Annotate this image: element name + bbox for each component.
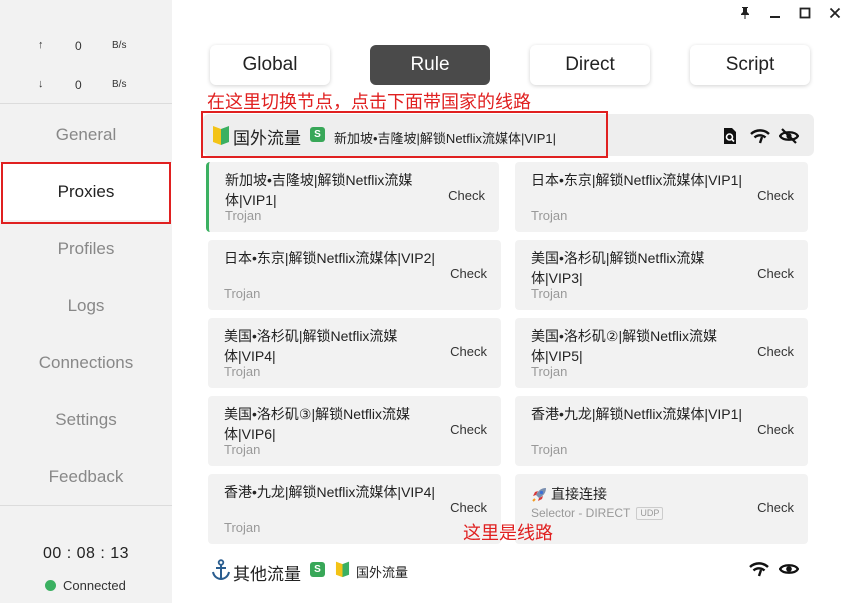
- traffic-speed: ↑ 0 B/s ↓ 0 B/s: [0, 26, 172, 104]
- sidebar: ↑ 0 B/s ↓ 0 B/s General Proxies Profiles…: [0, 0, 172, 603]
- proxy-name: 香港•九龙|解锁Netflix流媒体|VIP4|: [224, 484, 436, 500]
- direct-proxy-name: 直接连接: [551, 486, 607, 502]
- proxy-group-selected: 新加坡•吉隆坡|解锁Netflix流媒体|VIP1|: [334, 131, 556, 146]
- proxy-type: Trojan: [224, 286, 261, 301]
- mode-tab-global[interactable]: Global: [210, 45, 330, 85]
- sidebar-item-profiles[interactable]: Profiles: [0, 220, 172, 277]
- proxy-type: Trojan: [531, 364, 568, 379]
- proxy-card[interactable]: 美国•洛杉矶|解锁Netflix流媒体|VIP4| Trojan Check: [208, 318, 501, 388]
- check-button[interactable]: Check: [450, 266, 487, 281]
- check-button[interactable]: Check: [757, 188, 794, 203]
- window-controls: [730, 0, 850, 26]
- proxy-card[interactable]: 香港•九龙|解锁Netflix流媒体|VIP4| Trojan Check: [208, 474, 501, 544]
- proxy-type: Trojan: [531, 442, 568, 457]
- rocket-icon: [531, 486, 548, 503]
- proxy-type: Trojan: [531, 208, 568, 223]
- mode-tab-script[interactable]: Script: [690, 45, 810, 85]
- eye-icon[interactable]: [778, 558, 800, 580]
- proxy-card[interactable]: 美国•洛杉矶|解锁Netflix流媒体|VIP3| Trojan Check: [515, 240, 808, 310]
- check-button[interactable]: Check: [757, 422, 794, 437]
- proxy-group-name: 其他流量: [233, 565, 301, 584]
- download-value: 0: [75, 78, 82, 92]
- proxy-card[interactable]: 新加坡•吉隆坡|解锁Netflix流媒体|VIP1| Trojan Check: [206, 162, 499, 232]
- proxy-type: Trojan: [224, 520, 261, 535]
- proxy-card-direct[interactable]: 直接连接 Selector - DIRECT UDP Check: [515, 474, 808, 544]
- upload-value: 0: [75, 39, 82, 53]
- selector-badge: S: [310, 127, 325, 142]
- proxy-card[interactable]: 日本•东京|解锁Netflix流媒体|VIP1| Trojan Check: [515, 162, 808, 232]
- proxy-name: 香港•九龙|解锁Netflix流媒体|VIP1|: [531, 406, 743, 422]
- check-button[interactable]: Check: [450, 344, 487, 359]
- check-button[interactable]: Check: [450, 500, 487, 515]
- proxy-type: Trojan: [224, 364, 261, 379]
- upload-arrow-icon: ↑: [38, 39, 44, 51]
- check-button[interactable]: Check: [757, 500, 794, 515]
- sidebar-item-feedback[interactable]: Feedback: [0, 448, 172, 505]
- direct-proxy-title: 直接连接: [531, 484, 607, 504]
- download-unit: B/s: [112, 79, 127, 90]
- proxy-group-header[interactable]: 国外流量 S 新加坡•吉隆坡|解锁Netflix流媒体|VIP1|: [203, 114, 814, 156]
- download-speed: ↓ 0 B/s: [0, 75, 172, 95]
- sidebar-item-general[interactable]: General: [0, 106, 172, 163]
- proxy-card[interactable]: 美国•洛杉矶③|解锁Netflix流媒体|VIP6| Trojan Check: [208, 396, 501, 466]
- status-label: Connected: [63, 578, 126, 593]
- close-icon[interactable]: [820, 0, 850, 26]
- wifi-speed-icon[interactable]: [748, 558, 770, 580]
- check-button[interactable]: Check: [757, 344, 794, 359]
- uptime-timer: 00 : 08 : 13: [42, 545, 130, 562]
- proxy-name: 美国•洛杉矶|解锁Netflix流媒体|VIP3|: [531, 250, 705, 286]
- sidebar-item-settings[interactable]: Settings: [0, 391, 172, 448]
- direct-proxy-meta: Selector - DIRECT UDP: [531, 506, 664, 520]
- beginner-shield-icon: [212, 124, 230, 151]
- mode-tab-direct[interactable]: Direct: [530, 45, 650, 85]
- anchor-icon: [211, 559, 231, 586]
- upload-unit: B/s: [112, 40, 127, 51]
- connection-info: 00 : 08 : 13 Connected: [0, 505, 172, 603]
- proxy-name: 美国•洛杉矶|解锁Netflix流媒体|VIP4|: [224, 328, 398, 364]
- minimize-icon[interactable]: [760, 0, 790, 26]
- connection-status: Connected: [45, 578, 126, 593]
- proxy-group-header-other[interactable]: 其他流量 S 国外流量: [203, 552, 814, 588]
- maximize-icon[interactable]: [790, 0, 820, 26]
- wifi-speed-icon[interactable]: [749, 125, 771, 147]
- eye-off-icon[interactable]: [778, 125, 800, 147]
- annotation-top: 在这里切换节点，点击下面带国家的线路: [207, 92, 531, 113]
- beginner-shield-icon: [335, 560, 350, 583]
- proxy-name: 美国•洛杉矶③|解锁Netflix流媒体|VIP6|: [224, 406, 410, 442]
- proxy-name: 新加坡•吉隆坡|解锁Netflix流媒体|VIP1|: [225, 172, 413, 208]
- upload-speed: ↑ 0 B/s: [0, 36, 172, 56]
- proxy-name: 美国•洛杉矶②|解锁Netflix流媒体|VIP5|: [531, 328, 717, 364]
- udp-badge: UDP: [636, 506, 664, 520]
- download-arrow-icon: ↓: [38, 78, 44, 90]
- proxy-card[interactable]: 香港•九龙|解锁Netflix流媒体|VIP1| Trojan Check: [515, 396, 808, 466]
- mode-tab-rule[interactable]: Rule: [370, 45, 490, 85]
- proxy-type: Trojan: [225, 208, 262, 223]
- proxy-group-name: 国外流量: [233, 129, 301, 148]
- proxy-name: 日本•东京|解锁Netflix流媒体|VIP2|: [224, 250, 436, 266]
- proxy-type: Trojan: [224, 442, 261, 457]
- selector-badge: S: [310, 562, 325, 577]
- proxy-group-selected: 国外流量: [356, 565, 409, 580]
- sidebar-item-logs[interactable]: Logs: [0, 277, 172, 334]
- check-button[interactable]: Check: [757, 266, 794, 281]
- pin-icon[interactable]: [730, 0, 760, 26]
- sidebar-item-connections[interactable]: Connections: [0, 334, 172, 391]
- status-dot-icon: [45, 580, 56, 591]
- direct-proxy-type: Selector - DIRECT: [531, 506, 631, 520]
- proxy-card[interactable]: 美国•洛杉矶②|解锁Netflix流媒体|VIP5| Trojan Check: [515, 318, 808, 388]
- check-button[interactable]: Check: [450, 422, 487, 437]
- sidebar-nav: General Proxies Profiles Logs Connection…: [0, 106, 172, 505]
- annotation-bottom: 这里是线路: [463, 523, 553, 544]
- check-button[interactable]: Check: [448, 188, 485, 203]
- proxy-card[interactable]: 日本•东京|解锁Netflix流媒体|VIP2| Trojan Check: [208, 240, 501, 310]
- sidebar-item-proxies[interactable]: Proxies: [0, 163, 172, 220]
- proxy-type: Trojan: [531, 286, 568, 301]
- search-icon[interactable]: [719, 125, 741, 147]
- proxy-name: 日本•东京|解锁Netflix流媒体|VIP1|: [531, 172, 743, 188]
